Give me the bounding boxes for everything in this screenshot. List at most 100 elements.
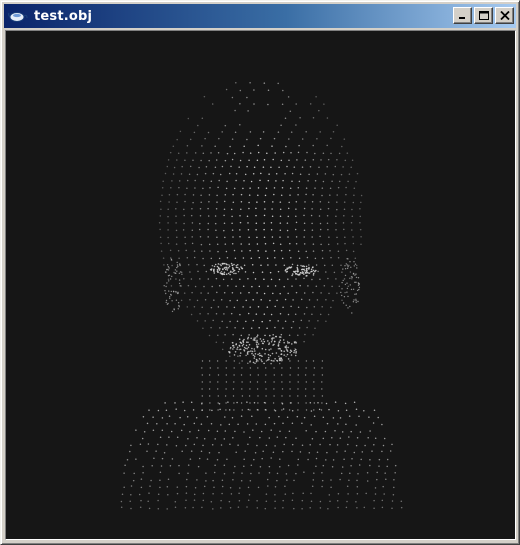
model-point [242, 285, 245, 288]
model-point [223, 208, 226, 211]
model-point [253, 402, 256, 404]
model-point [209, 250, 211, 252]
model-point [193, 499, 196, 501]
model-point [321, 381, 323, 383]
model-point [201, 145, 203, 147]
model-point [207, 236, 209, 238]
model-point [253, 357, 256, 359]
model-point [194, 187, 196, 189]
model-point [231, 158, 234, 161]
model-point [288, 409, 291, 411]
model-point [246, 96, 248, 99]
model-point [285, 269, 287, 271]
model-point [256, 507, 259, 509]
model-point [210, 306, 213, 309]
model-point [270, 222, 273, 224]
model-point [278, 362, 281, 365]
model-point [255, 229, 257, 231]
model-point [333, 271, 336, 274]
model-point [250, 464, 253, 466]
model-point [248, 334, 250, 336]
model-point [184, 159, 186, 162]
model-point [335, 278, 337, 280]
teapot-icon[interactable] [8, 7, 30, 25]
model-point [256, 341, 259, 344]
point-cloud-render[interactable] [6, 31, 515, 539]
model-point [130, 444, 132, 447]
model-point [235, 285, 237, 287]
model-point [185, 444, 187, 447]
model-point [178, 282, 181, 285]
model-point [297, 186, 300, 189]
model-point [285, 355, 287, 358]
model-point [220, 270, 223, 273]
model-point [187, 263, 190, 266]
model-point [295, 236, 298, 238]
model-point [270, 362, 272, 365]
model-point [328, 494, 331, 496]
model-point [258, 285, 261, 288]
model-point [256, 236, 258, 239]
model-point [280, 124, 282, 127]
model-point [312, 158, 315, 161]
model-point [288, 249, 291, 252]
model-point [253, 458, 255, 461]
model-point [356, 507, 358, 509]
model-point [352, 236, 354, 238]
model-point [202, 499, 205, 502]
model-point [232, 348, 234, 350]
model-point [308, 268, 310, 270]
model-point [278, 415, 280, 418]
model-point [353, 187, 356, 189]
model-point [160, 242, 162, 245]
model-point [318, 408, 321, 411]
model-point [303, 340, 305, 343]
model-point [185, 499, 187, 501]
model-point [191, 242, 194, 245]
model-point [188, 173, 191, 176]
model-point [383, 493, 385, 495]
model-point [167, 278, 170, 280]
model-point [279, 222, 282, 224]
model-point [187, 284, 190, 287]
model-point [279, 466, 281, 468]
model-point [159, 215, 162, 217]
model-point [327, 207, 330, 210]
model-point [256, 339, 258, 342]
model-point [208, 360, 211, 362]
model-point [302, 492, 304, 495]
model-point [170, 285, 173, 287]
model-point [233, 187, 236, 190]
model-point [226, 257, 229, 259]
maximize-button[interactable] [474, 7, 493, 24]
model-point [190, 450, 193, 452]
model-point [313, 367, 316, 369]
minimize-button[interactable] [453, 7, 472, 24]
model-point [261, 457, 263, 460]
model-point [323, 103, 325, 105]
close-button[interactable] [495, 7, 514, 24]
model-point [249, 374, 252, 376]
model-point [246, 215, 249, 217]
model-point [279, 458, 281, 460]
model-point [347, 443, 349, 446]
model-point [213, 272, 216, 274]
model-point [355, 276, 358, 279]
model-point [199, 278, 201, 280]
model-point [297, 464, 299, 466]
model-point [257, 402, 259, 404]
viewport-3d[interactable] [5, 30, 516, 540]
model-point [179, 264, 181, 267]
model-point [178, 472, 180, 475]
model-point [235, 451, 237, 453]
model-point [308, 299, 311, 301]
model-point [305, 367, 307, 369]
title-bar[interactable]: test.obj [4, 4, 516, 28]
model-point [369, 458, 371, 461]
model-point [222, 262, 224, 265]
model-point [373, 507, 375, 509]
model-point [268, 173, 270, 175]
model-point [130, 507, 132, 510]
model-point [233, 367, 235, 369]
model-point [359, 222, 361, 224]
